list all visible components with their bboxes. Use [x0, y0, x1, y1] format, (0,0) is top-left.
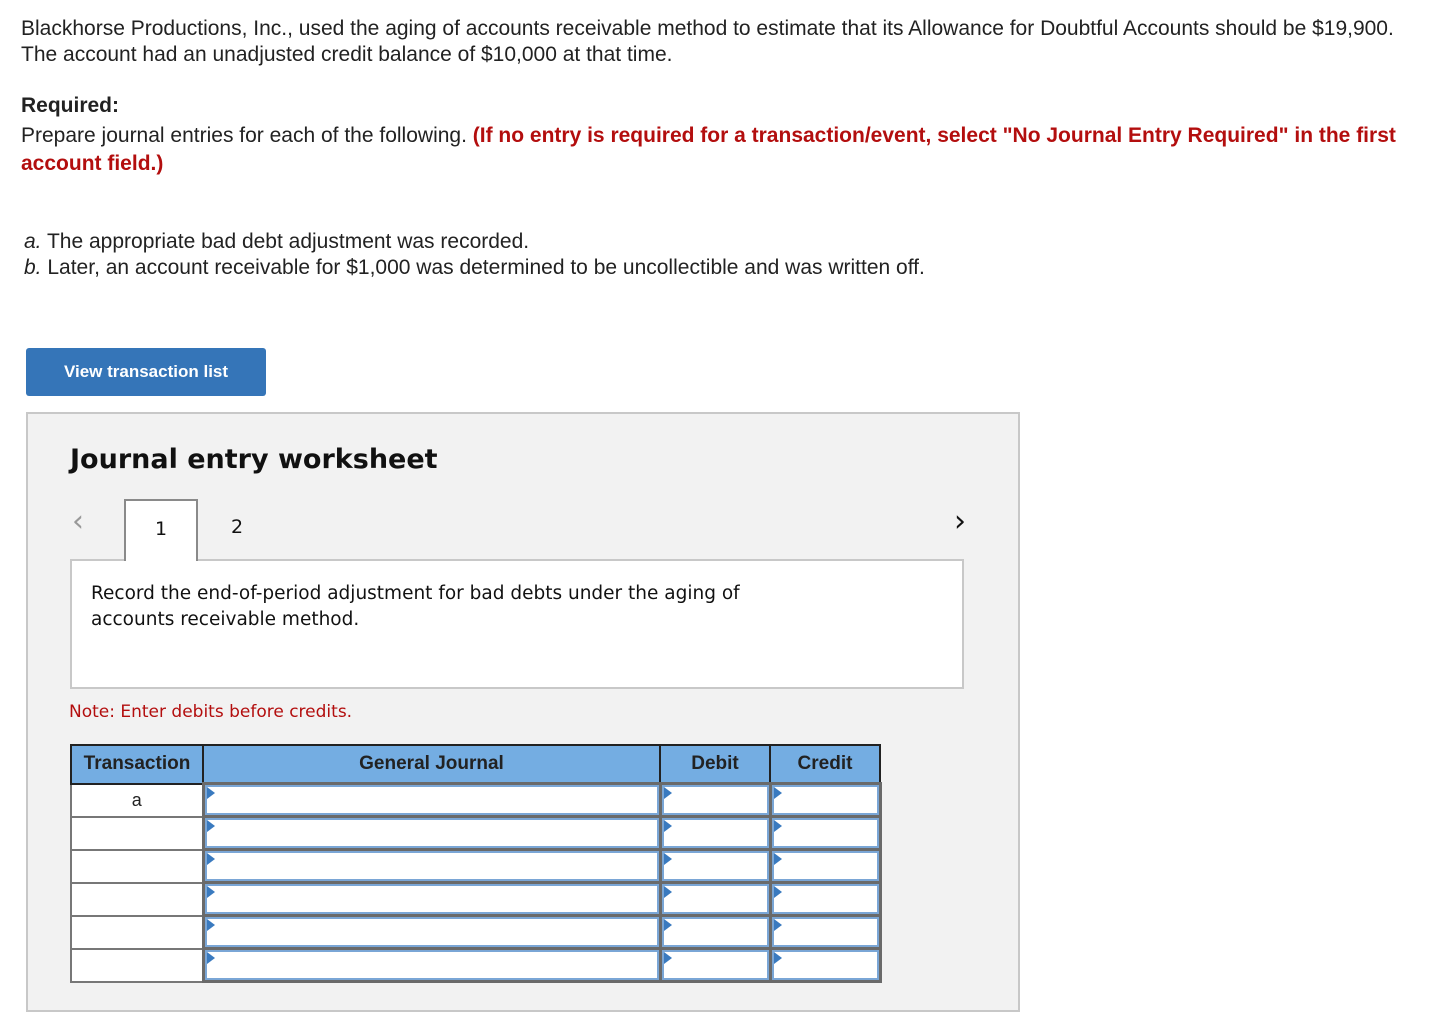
worksheet-title: Journal entry worksheet — [70, 444, 438, 475]
debit-input-wrapper — [661, 785, 769, 815]
account-select-wrapper — [204, 884, 659, 914]
required-text: Prepare journal entries for each of the … — [21, 122, 1421, 178]
debit-input[interactable] — [663, 853, 767, 879]
tab-2[interactable]: 2 — [200, 499, 274, 561]
table-row — [70, 881, 882, 917]
chevron-left-icon[interactable]: ‹ — [72, 507, 94, 537]
transaction-cell — [70, 848, 204, 884]
credit-cell — [768, 815, 882, 851]
credit-input-wrapper — [771, 884, 879, 914]
tab-1[interactable]: 1 — [124, 499, 198, 561]
transaction-cell — [70, 914, 204, 950]
credit-cell — [768, 947, 882, 983]
credit-input-wrapper — [771, 818, 879, 848]
credit-cell — [768, 914, 882, 950]
debit-input-wrapper — [661, 950, 769, 980]
debit-cell — [658, 947, 772, 983]
account-cell — [201, 815, 662, 851]
account-select[interactable] — [206, 919, 657, 945]
debit-input-wrapper — [661, 851, 769, 881]
credit-input[interactable] — [773, 787, 877, 813]
account-select-wrapper — [204, 917, 659, 947]
credit-cell — [768, 881, 882, 917]
table-row — [70, 815, 882, 851]
debit-cell — [658, 881, 772, 917]
credit-input-wrapper — [771, 917, 879, 947]
credit-cell — [768, 848, 882, 884]
credit-input-wrapper — [771, 785, 879, 815]
debit-cell — [658, 848, 772, 884]
account-select[interactable] — [206, 787, 657, 813]
item-a: a. The appropriate bad debt adjustment w… — [24, 229, 925, 255]
transaction-items: a. The appropriate bad debt adjustment w… — [24, 229, 925, 281]
required-heading: Required: — [21, 94, 120, 117]
debit-cell — [658, 815, 772, 851]
transaction-cell — [70, 815, 204, 851]
debit-input-wrapper — [661, 917, 769, 947]
account-select[interactable] — [206, 820, 657, 846]
account-select-wrapper — [204, 851, 659, 881]
credit-input-wrapper — [771, 950, 879, 980]
credit-input-wrapper — [771, 851, 879, 881]
account-select[interactable] — [206, 952, 657, 978]
transaction-description-box: Record the end-of-period adjustment for … — [70, 559, 964, 689]
account-select[interactable] — [206, 886, 657, 912]
transaction-cell — [70, 881, 204, 917]
debit-input[interactable] — [663, 919, 767, 945]
credit-input[interactable] — [773, 952, 877, 978]
header-debit: Debit — [659, 744, 771, 785]
table-row: a — [70, 782, 882, 818]
item-text: Later, an account receivable for $1,000 … — [47, 256, 925, 279]
debit-input[interactable] — [663, 886, 767, 912]
account-cell — [201, 914, 662, 950]
journal-table: Transaction General Journal Debit Credit… — [70, 744, 882, 983]
debit-input[interactable] — [663, 787, 767, 813]
transaction-cell: a — [70, 782, 204, 818]
account-select-wrapper — [204, 785, 659, 815]
debits-note: Note: Enter debits before credits. — [69, 702, 353, 722]
debit-input-wrapper — [661, 884, 769, 914]
transaction-description: Record the end-of-period adjustment for … — [91, 583, 740, 630]
account-cell — [201, 947, 662, 983]
account-cell — [201, 782, 662, 818]
account-cell — [201, 881, 662, 917]
account-select[interactable] — [206, 853, 657, 879]
table-row — [70, 947, 882, 983]
credit-input[interactable] — [773, 820, 877, 846]
account-select-wrapper — [204, 818, 659, 848]
problem-intro: Blackhorse Productions, Inc., used the a… — [21, 17, 1394, 66]
item-letter: a. — [24, 230, 42, 253]
credit-cell — [768, 782, 882, 818]
table-header-row: Transaction General Journal Debit Credit — [70, 744, 881, 785]
account-cell — [201, 848, 662, 884]
account-select-wrapper — [204, 950, 659, 980]
debit-input[interactable] — [663, 820, 767, 846]
tab-label: 2 — [230, 516, 244, 538]
transaction-cell — [70, 947, 204, 983]
view-transaction-list-button[interactable]: View transaction list — [26, 348, 266, 396]
debit-input[interactable] — [663, 952, 767, 978]
required-instructions: Prepare journal entries for each of the … — [21, 124, 467, 147]
header-general-journal: General Journal — [202, 744, 661, 785]
table-row — [70, 848, 882, 884]
chevron-right-icon[interactable]: › — [954, 507, 976, 537]
credit-input[interactable] — [773, 919, 877, 945]
credit-input[interactable] — [773, 886, 877, 912]
tab-label: 1 — [154, 518, 168, 540]
debit-cell — [658, 914, 772, 950]
header-credit: Credit — [769, 744, 881, 785]
header-transaction: Transaction — [70, 744, 204, 785]
debit-input-wrapper — [661, 818, 769, 848]
debit-cell — [658, 782, 772, 818]
credit-input[interactable] — [773, 853, 877, 879]
item-b: b. Later, an account receivable for $1,0… — [24, 255, 925, 281]
item-letter: b. — [24, 256, 42, 279]
table-row — [70, 914, 882, 950]
item-text: The appropriate bad debt adjustment was … — [46, 230, 530, 253]
journal-entry-worksheet-panel: Journal entry worksheet ‹ 1 2 › Record t… — [26, 412, 1020, 1012]
